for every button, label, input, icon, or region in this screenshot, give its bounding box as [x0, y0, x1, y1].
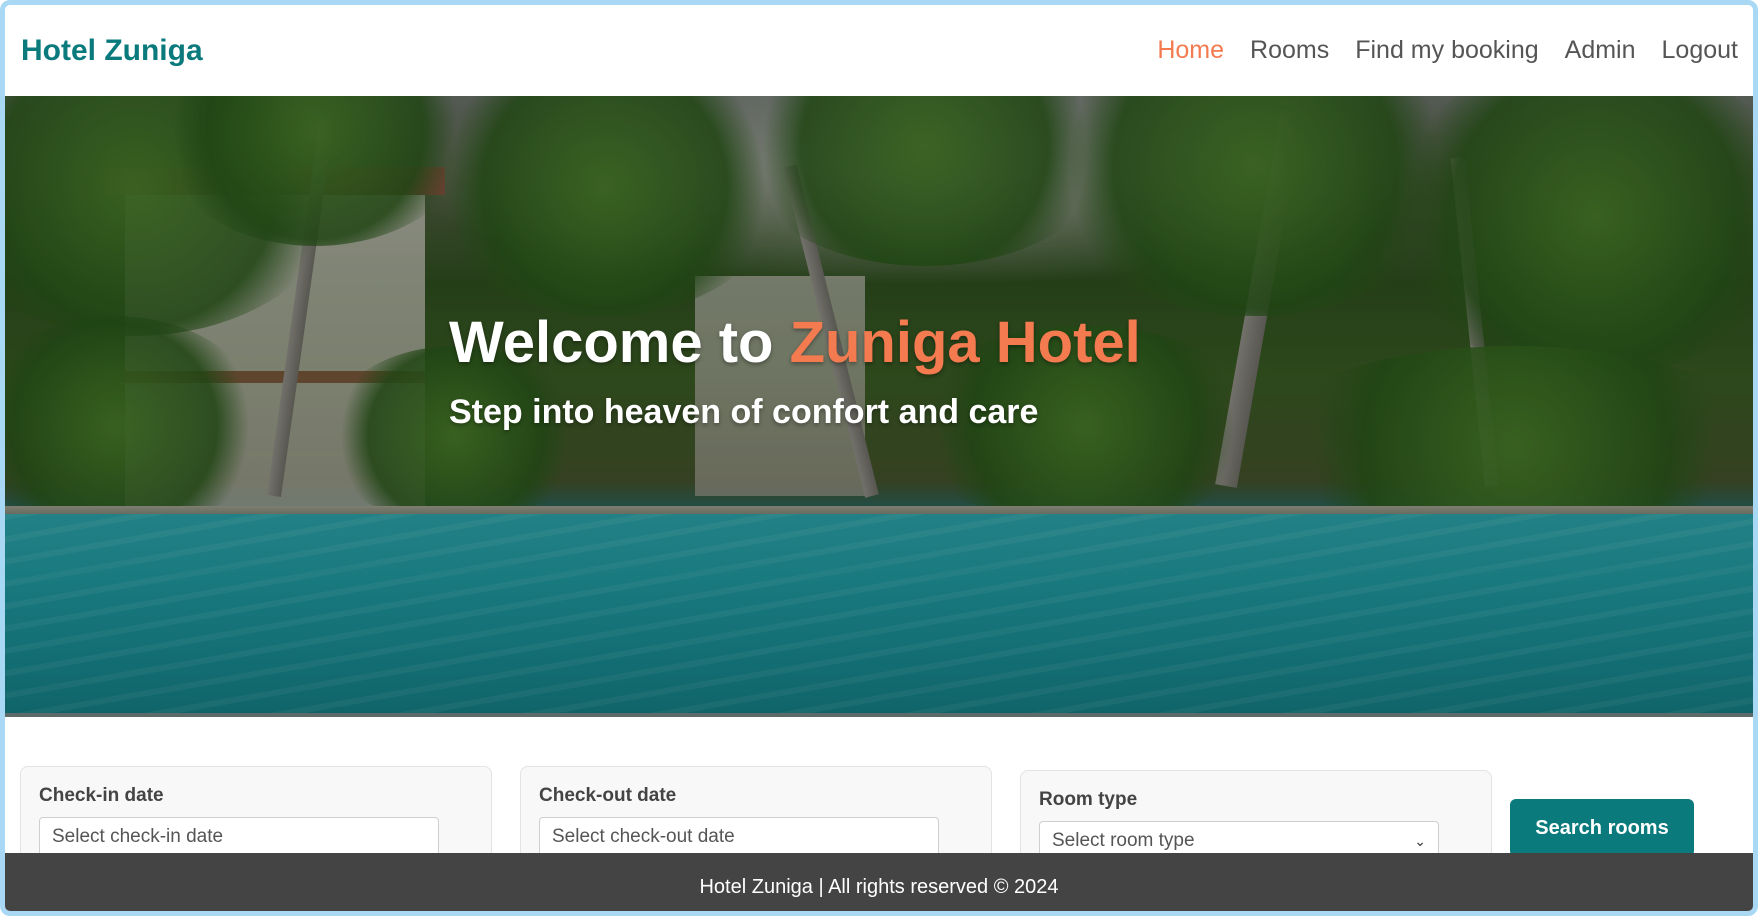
room-type-placeholder: Select room type	[1052, 830, 1195, 851]
checkout-placeholder: Select check-out date	[552, 826, 735, 847]
checkout-label: Check-out date	[539, 785, 677, 806]
main-nav: Home Rooms Find my booking Admin Logout	[1157, 36, 1738, 65]
hero-bottom-border	[5, 713, 1753, 717]
hero-title-prefix: Welcome to	[449, 310, 790, 375]
room-type-label: Room type	[1039, 789, 1138, 810]
brand-logo-link[interactable]: Hotel Zuniga	[21, 34, 203, 68]
nav-link-logout[interactable]: Logout	[1662, 36, 1738, 65]
checkin-placeholder: Select check-in date	[52, 826, 224, 847]
app-frame: Hotel Zuniga Home Rooms Find my booking …	[0, 0, 1758, 916]
checkin-label: Check-in date	[39, 785, 164, 806]
hero-title: Welcome to Zuniga Hotel	[449, 311, 1141, 375]
nav-link-home[interactable]: Home	[1157, 36, 1224, 65]
chevron-down-icon: ⌄	[1414, 832, 1426, 849]
search-rooms-button[interactable]: Search rooms	[1510, 799, 1694, 857]
footer: Hotel Zuniga | All rights reserved © 202…	[5, 853, 1753, 911]
hero-text: Welcome to Zuniga Hotel Step into heaven…	[449, 311, 1141, 432]
checkin-date-input[interactable]: Select check-in date	[39, 817, 439, 857]
nav-link-admin[interactable]: Admin	[1565, 36, 1636, 65]
nav-link-rooms[interactable]: Rooms	[1250, 36, 1329, 65]
checkout-date-input[interactable]: Select check-out date	[539, 817, 939, 857]
footer-text: Hotel Zuniga | All rights reserved © 202…	[699, 875, 1059, 898]
hero-subtitle: Step into heaven of confort and care	[449, 392, 1039, 431]
hero-title-accent: Zuniga Hotel	[789, 310, 1141, 375]
nav-link-find-booking[interactable]: Find my booking	[1355, 36, 1538, 65]
hero-banner: Welcome to Zuniga Hotel Step into heaven…	[5, 96, 1753, 717]
navbar: Hotel Zuniga Home Rooms Find my booking …	[5, 5, 1753, 96]
